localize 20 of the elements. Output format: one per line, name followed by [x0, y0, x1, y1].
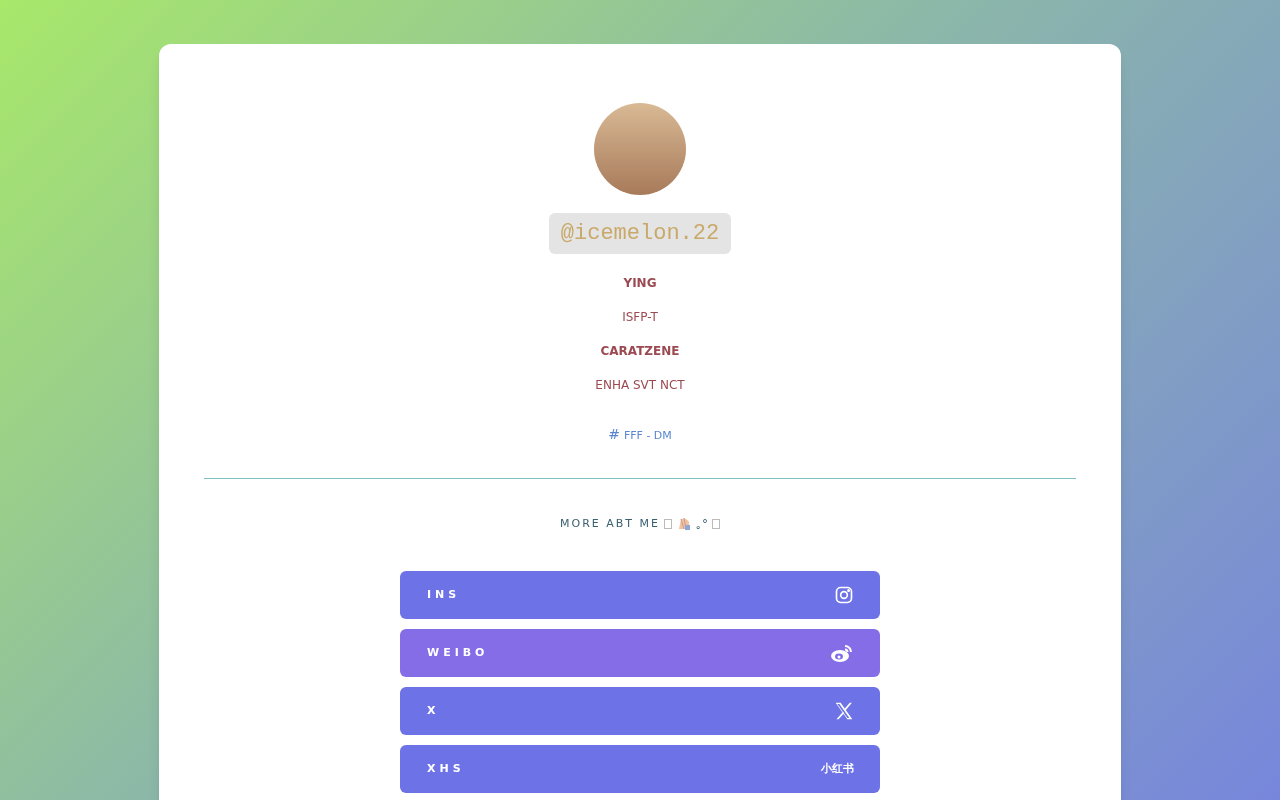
missing-glyph-icon [664, 519, 672, 529]
shell-icon [676, 516, 692, 532]
camera-icon [834, 585, 854, 605]
brand-text: 小红书 [821, 760, 854, 777]
tag-text: FFF - DM [623, 428, 672, 444]
handle-label: @icemelon.22 [548, 213, 732, 254]
profile-line: YING [623, 275, 657, 292]
profile-line: ISFP-T [622, 309, 658, 326]
social-link-button[interactable]: X [400, 687, 880, 735]
hash-symbol: # [608, 425, 620, 444]
section-title: MORE ABT ME [560, 515, 660, 532]
profile-line: CARATZENE [600, 343, 680, 360]
social-link-button[interactable]: INS [400, 571, 880, 619]
social-link-button[interactable]: WEIBO [400, 629, 880, 677]
x-icon [834, 701, 854, 721]
profile-line: ENHA SVT NCT [595, 377, 685, 394]
eye-with-waves-icon [830, 643, 854, 663]
missing-glyph-icon [712, 519, 720, 529]
social-link-button[interactable]: XHS 小红书 [400, 745, 880, 793]
decoration-text: ｡° [696, 516, 708, 533]
